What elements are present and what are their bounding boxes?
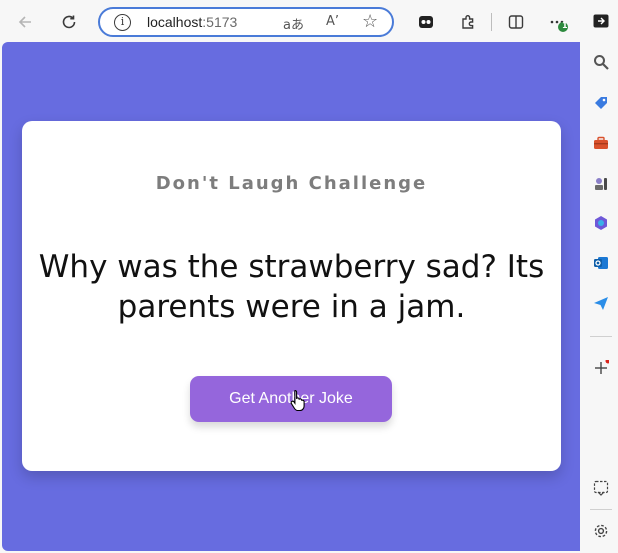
favorite-star-icon[interactable]: ☆	[362, 11, 378, 32]
split-screen-icon[interactable]	[503, 9, 529, 35]
sidebar-divider	[590, 336, 612, 337]
extension-app-icon[interactable]	[413, 9, 439, 35]
page-viewport: Don't Laugh Challenge Why was the strawb…	[2, 42, 580, 551]
read-aloud-icon[interactable]: A’	[326, 14, 339, 29]
card-title: Don't Laugh Challenge	[155, 173, 428, 194]
add-icon[interactable]	[592, 359, 610, 377]
address-bar[interactable]: i localhost:5173 aあ A’ ☆	[98, 7, 394, 37]
url-port: :5173	[202, 14, 238, 30]
outlook-icon[interactable]	[592, 254, 610, 272]
info-icon[interactable]: i	[114, 14, 131, 31]
search-icon[interactable]	[592, 53, 610, 71]
translate-icon[interactable]: aあ	[283, 14, 304, 33]
hand-cursor-icon	[290, 389, 306, 412]
puzzle-icon[interactable]	[455, 9, 481, 35]
joke-card: Don't Laugh Challenge Why was the strawb…	[22, 121, 561, 471]
browser-sidebar	[584, 0, 618, 553]
toolbox-icon[interactable]	[592, 134, 610, 152]
copilot-icon[interactable]	[592, 214, 610, 232]
url-host: localhost	[147, 14, 203, 30]
toolbar-divider	[491, 13, 492, 31]
joke-text: Why was the strawberry sad? Its parents …	[38, 249, 545, 325]
sidebar-divider-bottom	[590, 509, 612, 510]
back-arrow-icon[interactable]	[12, 9, 38, 35]
browser-toolbar: i localhost:5173 aあ A’ ☆ 1	[0, 0, 618, 42]
send-icon[interactable]	[592, 294, 610, 312]
screenshot-capture-icon[interactable]	[592, 479, 610, 497]
url-text[interactable]: localhost:5173	[147, 14, 237, 30]
shopping-tag-icon[interactable]	[592, 94, 610, 112]
profile-badge: 1	[562, 21, 568, 30]
games-chess-icon[interactable]	[592, 174, 610, 192]
sidebar-toggle-icon[interactable]	[592, 12, 610, 30]
gear-icon[interactable]	[592, 522, 610, 540]
profile-icon[interactable]: 1	[546, 9, 572, 35]
refresh-icon[interactable]	[56, 9, 82, 35]
